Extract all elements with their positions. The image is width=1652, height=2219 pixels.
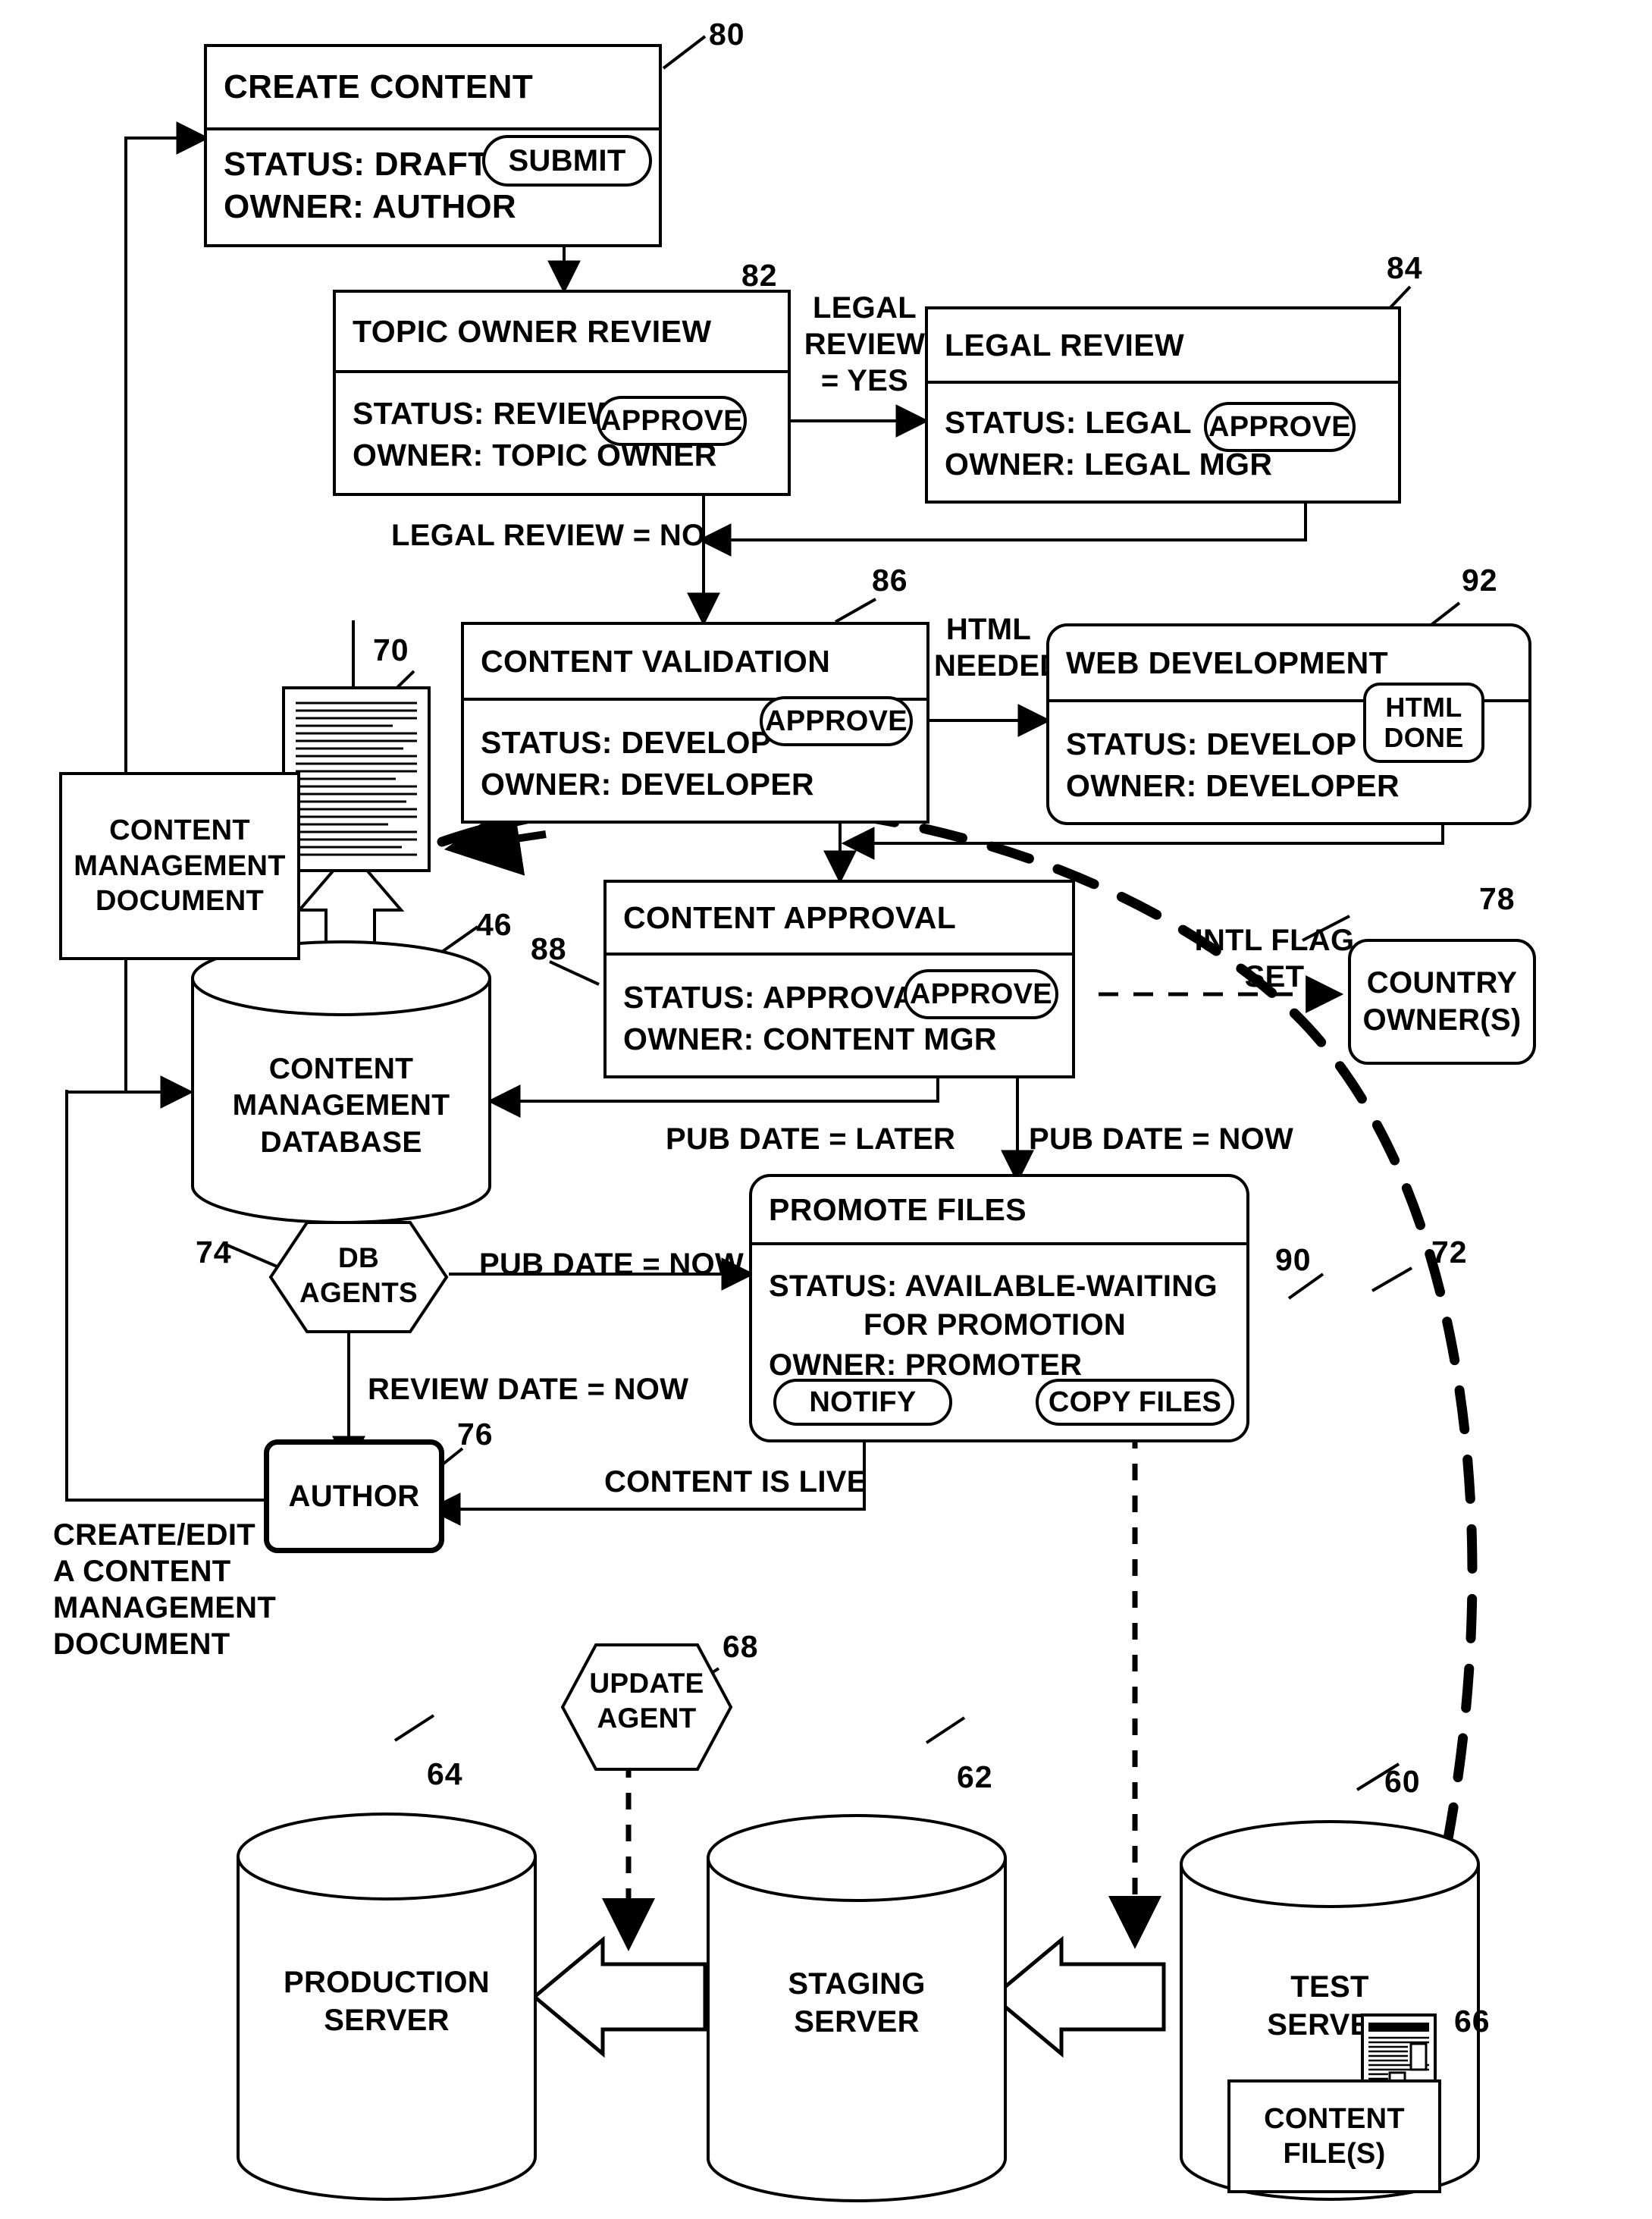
content-management-document-box: CONTENT MANAGEMENT DOCUMENT	[59, 772, 300, 960]
node-production-server: PRODUCTION SERVER	[234, 1809, 540, 2204]
ref-64: 64	[427, 1756, 463, 1791]
submit-button[interactable]: SUBMIT	[482, 135, 652, 187]
db-agents-line1: DB	[337, 1242, 380, 1273]
html-done-button[interactable]: HTML DONE	[1363, 683, 1484, 763]
legal-review-approve-button[interactable]: APPROVE	[1204, 402, 1356, 452]
label-create-edit-document: CREATE/EDIT A CONTENT MANAGEMENT DOCUMEN…	[53, 1518, 277, 1661]
web-development-owner: OWNER: DEVELOPER	[1066, 768, 1400, 803]
label-pub-date-now-left: PUB DATE = NOW	[479, 1248, 744, 1281]
topic-owner-approve-button[interactable]: APPROVE	[597, 396, 747, 446]
create-content-owner: OWNER: AUTHOR	[224, 188, 516, 225]
notify-button[interactable]: NOTIFY	[773, 1379, 952, 1426]
promote-files-title: PROMOTE FILES	[752, 1177, 1246, 1245]
test-server-line2: SERVER	[1267, 2007, 1393, 2042]
legal-review-title: LEGAL REVIEW	[928, 309, 1398, 384]
production-server-line2: SERVER	[324, 2003, 450, 2037]
cmd-line2: MANAGEMENT	[74, 849, 286, 882]
content-approval-title: CONTENT APPROVAL	[607, 883, 1072, 956]
node-staging-server: STAGING SERVER	[704, 1811, 1010, 2205]
ref-68: 68	[723, 1629, 759, 1664]
db-line2: MANAGEMENT	[232, 1089, 450, 1122]
ref-84: 84	[1387, 250, 1423, 285]
label-pub-date-now-right: PUB DATE = NOW	[1029, 1122, 1294, 1156]
ref-70: 70	[373, 632, 409, 667]
content-validation-owner: OWNER: DEVELOPER	[481, 767, 814, 802]
node-content-management-database: CONTENT MANAGEMENT DATABASE	[188, 939, 494, 1226]
ref-86: 86	[872, 563, 908, 598]
node-update-agent[interactable]: UPDATE AGENT	[560, 1642, 734, 1772]
ref-66: 66	[1454, 2004, 1491, 2039]
content-files-box: CONTENT FILE(S)	[1227, 2079, 1441, 2193]
content-files-line2: FILE(S)	[1283, 2138, 1386, 2170]
promote-files-status-line2: FOR PROMOTION	[863, 1308, 1127, 1342]
test-server-line1: TEST	[1290, 1970, 1369, 2004]
label-legal-review-no: LEGAL REVIEW = NO	[391, 519, 706, 552]
db-agents-line2: AGENTS	[299, 1276, 418, 1308]
staging-server-line1: STAGING	[788, 1967, 926, 2001]
content-validation-approve-button[interactable]: APPROVE	[760, 696, 913, 746]
db-agents-label: DB AGENTS	[268, 1241, 450, 1310]
ref-46: 46	[476, 907, 513, 942]
db-line1: CONTENT	[268, 1053, 414, 1085]
content-management-document-icon	[282, 686, 431, 872]
node-db-agents[interactable]: DB AGENTS	[268, 1219, 450, 1335]
label-review-date-now: REVIEW DATE = NOW	[368, 1373, 689, 1406]
html-done-line1: HTML	[1385, 692, 1462, 723]
copy-files-button[interactable]: COPY FILES	[1036, 1379, 1234, 1426]
content-validation-title: CONTENT VALIDATION	[464, 625, 926, 701]
legal-review-owner: OWNER: LEGAL MGR	[945, 447, 1273, 482]
create-content-title: CREATE CONTENT	[207, 47, 659, 130]
cmd-line1: CONTENT	[109, 814, 250, 847]
author-label: AUTHOR	[288, 1479, 420, 1513]
update-agent-line2: AGENT	[597, 1702, 697, 1734]
node-country-owners[interactable]: COUNTRY OWNER(S)	[1348, 939, 1536, 1065]
ref-74: 74	[196, 1235, 232, 1270]
production-server-label: PRODUCTION SERVER	[234, 1964, 540, 2039]
staging-server-line2: SERVER	[794, 2004, 920, 2039]
ref-78: 78	[1479, 881, 1516, 916]
ref-60: 60	[1384, 1764, 1421, 1799]
ref-82: 82	[741, 258, 778, 293]
node-author[interactable]: AUTHOR	[264, 1439, 444, 1553]
content-files-line1: CONTENT	[1264, 2102, 1405, 2135]
promote-files-owner: OWNER: PROMOTER	[769, 1348, 1083, 1382]
node-topic-owner-review[interactable]: TOPIC OWNER REVIEW STATUS: REVIEW OWNER:…	[333, 290, 791, 496]
test-server-label: TEST SERVER	[1177, 1969, 1483, 2044]
ref-72: 72	[1431, 1235, 1468, 1270]
ref-90: 90	[1275, 1242, 1312, 1277]
ref-62: 62	[957, 1759, 993, 1794]
content-approval-owner: OWNER: CONTENT MGR	[623, 1022, 997, 1056]
update-agent-label: UPDATE AGENT	[560, 1666, 734, 1736]
ref-88: 88	[531, 931, 567, 966]
label-intl-flag-set: INTL FLAG SET	[1194, 924, 1355, 993]
country-owners-line1: COUNTRY	[1366, 966, 1518, 1000]
ref-92: 92	[1462, 563, 1498, 598]
database-label: CONTENT MANAGEMENT DATABASE	[188, 1051, 494, 1161]
ref-76: 76	[457, 1417, 494, 1452]
html-done-line2: DONE	[1384, 722, 1464, 753]
update-agent-line1: UPDATE	[589, 1668, 704, 1699]
cmd-line3: DOCUMENT	[96, 885, 264, 918]
label-html-needed: HTML NEEDED	[934, 613, 1062, 683]
production-server-line1: PRODUCTION	[284, 1966, 490, 1999]
ref-80: 80	[709, 17, 745, 52]
topic-owner-review-title: TOPIC OWNER REVIEW	[336, 293, 788, 373]
staging-server-label: STAGING SERVER	[704, 1966, 1010, 2041]
promote-files-status-line1: STATUS: AVAILABLE-WAITING	[769, 1270, 1218, 1303]
content-approval-approve-button[interactable]: APPROVE	[904, 969, 1058, 1019]
country-owners-line2: OWNER(S)	[1362, 1003, 1522, 1037]
label-content-is-live: CONTENT IS LIVE	[604, 1465, 867, 1499]
label-pub-date-later: PUB DATE = LATER	[666, 1122, 956, 1156]
patent-figure-canvas: CREATE CONTENT STATUS: DRAFT OWNER: AUTH…	[0, 0, 1652, 2219]
db-line3: DATABASE	[260, 1125, 422, 1159]
label-legal-review-yes: LEGAL REVIEW = YES	[804, 291, 926, 397]
